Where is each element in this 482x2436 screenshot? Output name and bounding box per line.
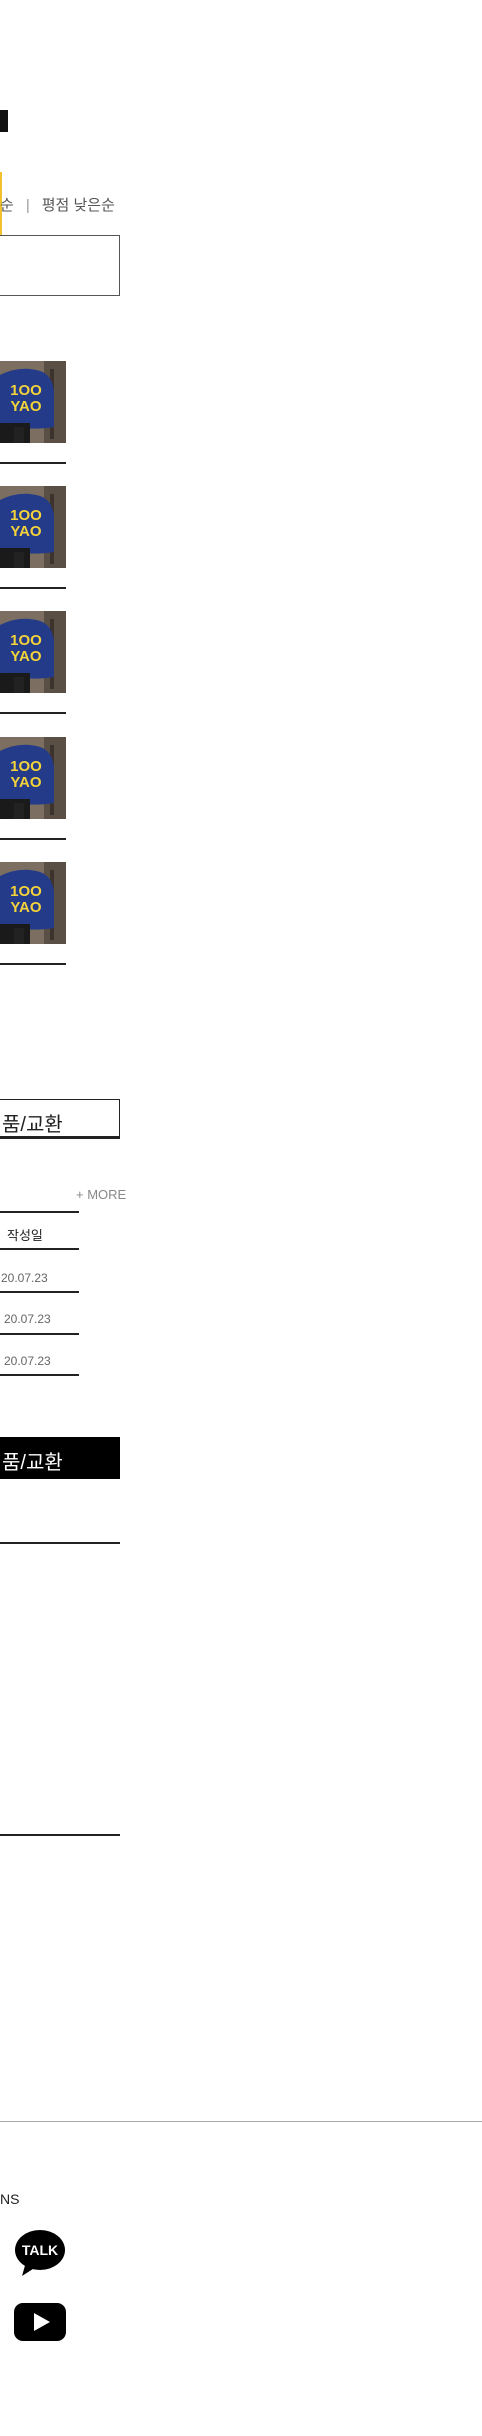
product-thumbnail[interactable]: 1OO YAO <box>0 862 66 944</box>
product-thumbnail[interactable]: 1OO YAO <box>0 486 66 568</box>
more-link[interactable]: + MORE <box>76 1187 126 1202</box>
shirt-print-text: YAO <box>10 398 41 415</box>
shirt-print-text: YAO <box>10 648 41 665</box>
product-divider <box>0 712 66 714</box>
product-divider <box>0 838 66 840</box>
sort-option-partial[interactable]: 순 <box>0 197 14 214</box>
shirt-print-text: 1OO <box>10 507 42 524</box>
shirt-print-text: YAO <box>10 899 41 916</box>
board-row-date: 20.07.23 <box>1 1271 48 1285</box>
tab-review-exchange[interactable]: 품/교환 <box>0 1437 120 1479</box>
tab-qa-exchange-label: 품/교환 <box>2 1114 63 1136</box>
sort-option-low-rating[interactable]: 평점 낮은순 <box>42 197 115 214</box>
board-row-date: 20.07.23 <box>4 1354 51 1368</box>
kakaotalk-icon[interactable]: TALK <box>14 2228 66 2278</box>
shirt-print-text: 1OO <box>10 758 42 775</box>
board-row-line <box>0 1374 79 1376</box>
tab-qa-exchange[interactable]: 품/교환 <box>0 1099 120 1139</box>
youtube-icon[interactable] <box>14 2303 66 2341</box>
sns-label: NS <box>0 2191 20 2207</box>
product-thumbnail[interactable]: 1OO YAO <box>0 361 66 443</box>
product-divider <box>0 963 66 965</box>
board-header-line <box>0 1248 79 1250</box>
board-top-line <box>0 1211 79 1213</box>
shirt-print-text: 1OO <box>10 883 42 900</box>
footer-divider <box>0 2121 482 2122</box>
shirt-print-text: YAO <box>10 523 41 540</box>
product-divider <box>0 587 66 589</box>
shirt-print-text: 1OO <box>10 632 42 649</box>
product-thumbnail[interactable]: 1OO YAO <box>0 737 66 819</box>
product-divider <box>0 462 66 464</box>
sort-options: 순 | 평점 낮은순 <box>0 194 115 215</box>
board-date-header: 작성일 <box>7 1228 43 1243</box>
board-row-line <box>0 1333 79 1335</box>
review-bottom-line <box>0 1834 120 1836</box>
board-row-date: 20.07.23 <box>4 1312 51 1326</box>
tab-review-exchange-label: 품/교환 <box>2 1452 63 1474</box>
product-thumbnail[interactable]: 1OO YAO <box>0 611 66 693</box>
kakaotalk-icon-text: TALK <box>22 2242 58 2258</box>
board-row-line <box>0 1291 79 1293</box>
review-top-line <box>0 1542 120 1544</box>
sort-separator: | <box>25 197 30 214</box>
search-input[interactable] <box>0 235 120 296</box>
page-title-fragment <box>0 110 8 132</box>
shirt-print-text: 1OO <box>10 382 42 399</box>
shirt-print-text: YAO <box>10 774 41 791</box>
